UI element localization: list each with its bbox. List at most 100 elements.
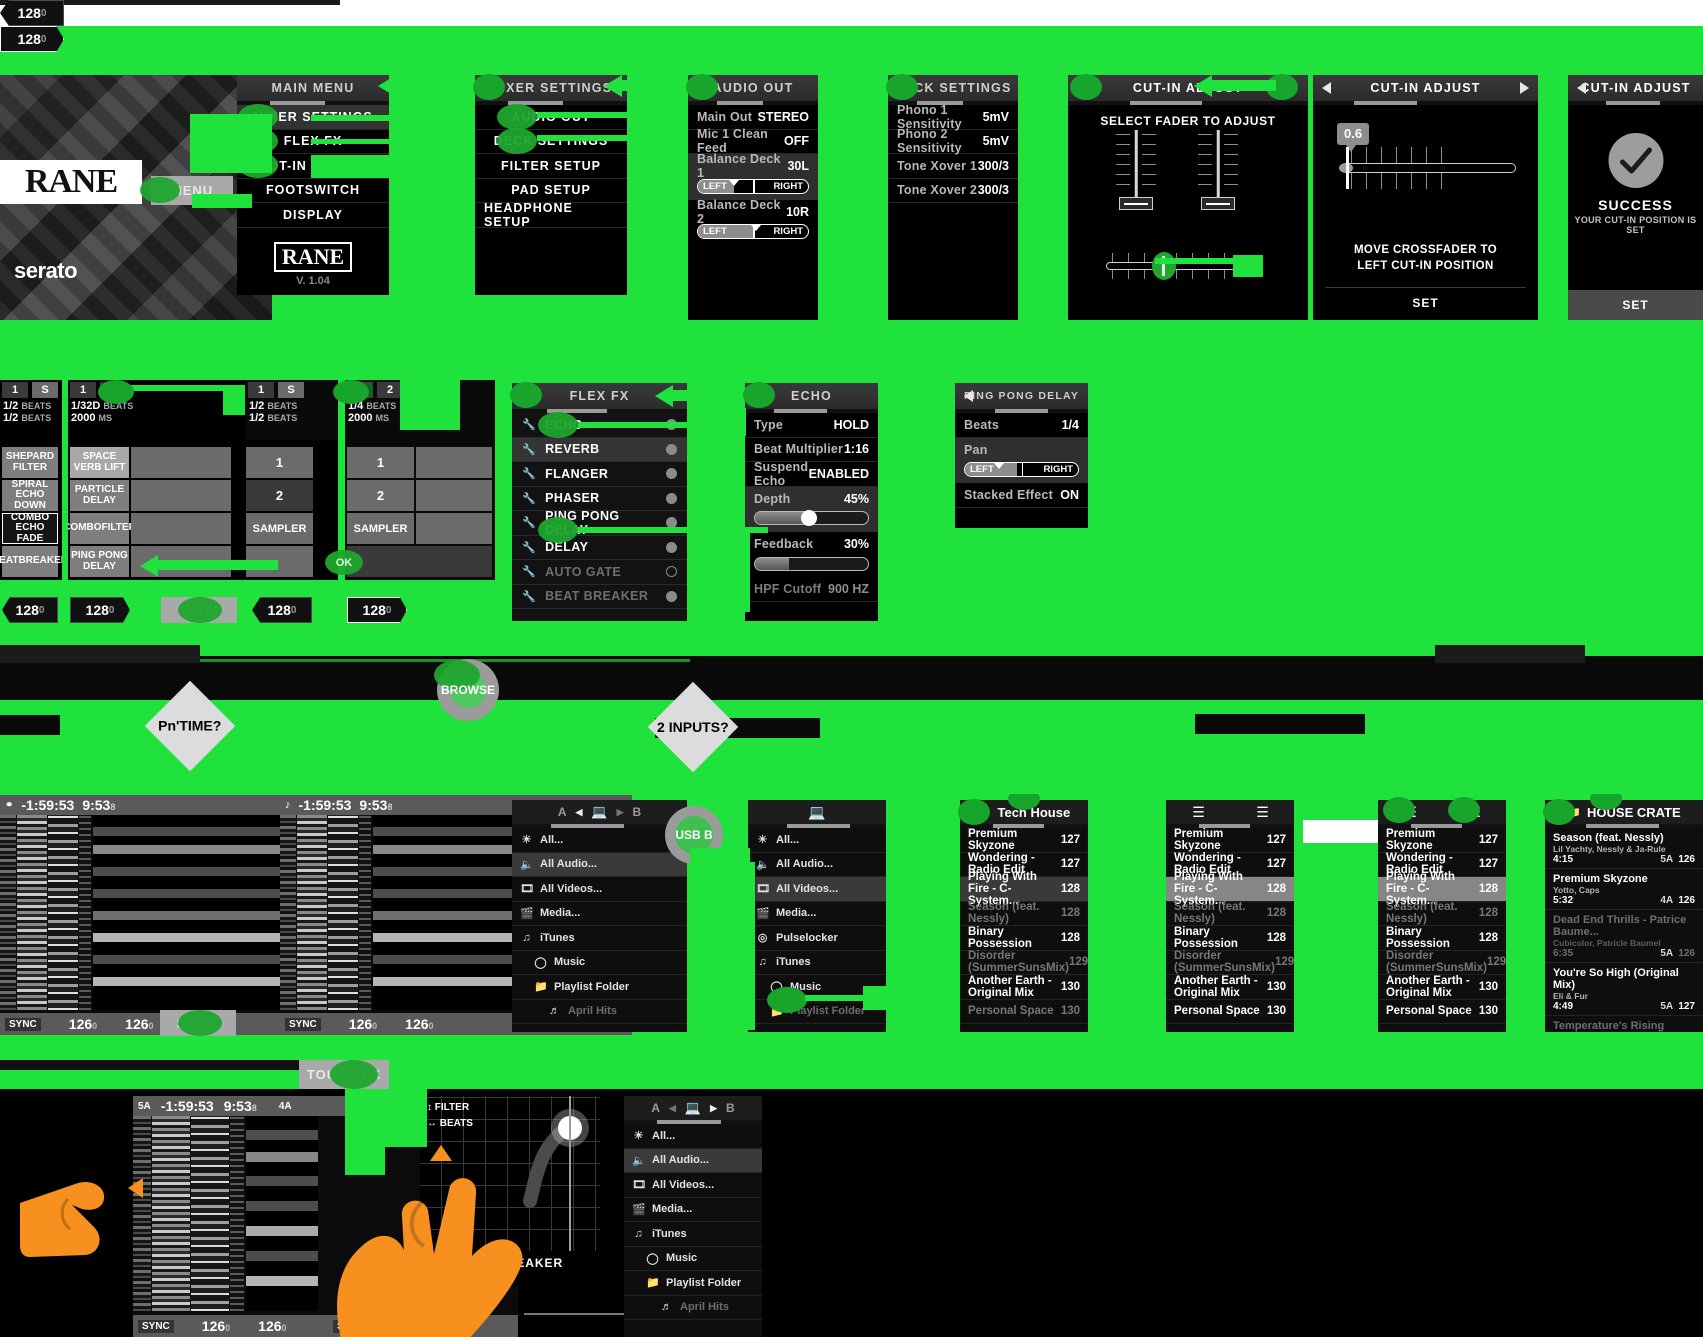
next-arrow-icon[interactable]: ▶: [617, 807, 624, 818]
balance-deck-1-slider[interactable]: LEFT RIGHT: [697, 178, 809, 194]
fx-button-particle-delay[interactable]: PARTICLE DELAY: [70, 480, 129, 511]
row-echo-type[interactable]: Type HOLD: [745, 413, 878, 438]
waveform-beatgrid-bottom[interactable]: [191, 1116, 229, 1311]
audio-out-scroll[interactable]: [688, 101, 818, 105]
row-mic1-clean-feed[interactable]: Mic 1 Clean Feed OFF: [688, 127, 818, 155]
prev-arrow-icon[interactable]: ◀: [669, 1103, 676, 1114]
row-echo-depth[interactable]: Depth 45%: [745, 486, 878, 532]
row-echo-suspend[interactable]: Suspend Echo ENABLED: [745, 460, 878, 488]
browser-item-april-hits[interactable]: ♬ April Hits: [512, 1000, 687, 1024]
browser-item-itunes[interactable]: ♫ iTunes: [624, 1222, 762, 1247]
echo-feedback-slider[interactable]: [754, 556, 869, 571]
fader-left[interactable]: [1116, 130, 1156, 210]
fx-bpm-1[interactable]: 128 0: [2, 597, 58, 623]
list-item[interactable]: Dead End Thrills - Patrice Baume... Cubi…: [1545, 910, 1703, 963]
table-row[interactable]: Disorder (SummerSunsMix) 129: [1166, 950, 1294, 975]
mixer-item-headphone-setup[interactable]: HEADPHONE SETUP: [475, 201, 627, 229]
row-balance-deck-1[interactable]: Balance Deck 1 30L LEFT RIGHT: [688, 152, 818, 200]
fx-slot-3[interactable]: [131, 513, 231, 544]
mixer-item-pad-setup[interactable]: PAD SETUP: [475, 179, 627, 203]
fx-slot-2[interactable]: [131, 480, 231, 511]
list-item[interactable]: Temperature's Rising Perc, Passarella De…: [1545, 1016, 1703, 1032]
browser-item-playlist-folder[interactable]: 📁 Playlist Folder: [512, 975, 687, 1000]
flex-fx-item-auto-gate[interactable]: 🔧 AUTO GATE: [512, 560, 687, 585]
row-echo-beat-multiplier[interactable]: Beat Multiplier 1:16: [745, 438, 878, 462]
fx-deck4-slot-4[interactable]: [347, 546, 492, 577]
fx-pad-1[interactable]: 1: [70, 382, 96, 398]
success-set-button[interactable]: SET: [1568, 290, 1703, 320]
browser-item-music[interactable]: ◯ Music: [512, 951, 687, 975]
fx-pad-s[interactable]: S: [32, 382, 58, 398]
browser-item-april-hits[interactable]: ♬ April Hits: [624, 1296, 762, 1320]
table-row[interactable]: Disorder (SummerSunsMix) 129: [960, 950, 1088, 975]
back-arrow-icon[interactable]: [1577, 82, 1586, 94]
fx-button-beatbreaker[interactable]: BEATBREAKER: [0, 546, 62, 577]
browser-item-all[interactable]: ☀ All...: [624, 1124, 762, 1149]
waveform-overview-left[interactable]: [0, 815, 16, 1010]
list-item[interactable]: Premium Skyzone Yotto, Caps 5:32 4A 126: [1545, 869, 1703, 910]
echo-scroll[interactable]: [745, 409, 878, 413]
sync-button[interactable]: SYNC: [5, 1017, 41, 1031]
table-row[interactable]: Another Earth - Original Mix 130: [1166, 975, 1294, 1000]
browser-a-scroll[interactable]: [512, 824, 687, 828]
back-arrow-icon[interactable]: [964, 390, 973, 402]
library-rows-bottom[interactable]: [246, 1116, 318, 1311]
fx-deck3-num-2[interactable]: 2: [246, 480, 313, 511]
browser-item-all-videos[interactable]: 🎞 All Videos...: [624, 1173, 762, 1198]
row-pp-pan[interactable]: Pan LEFT RIGHT: [955, 437, 1088, 483]
fader-right[interactable]: [1198, 130, 1238, 210]
table-row[interactable]: Disorder (SummerSunsMix) 129: [1378, 950, 1506, 975]
row-balance-deck-2[interactable]: Balance Deck 2 10R LEFT RIGHT: [688, 198, 818, 246]
fx-deck4-num-2[interactable]: 2: [347, 480, 414, 511]
cut-in-set-button[interactable]: SET: [1325, 287, 1526, 312]
tech-house-scroll[interactable]: [960, 824, 1088, 828]
fx-button-ping-pong-delay[interactable]: PING PONG DELAY: [70, 546, 129, 577]
browser-item-all-audio[interactable]: 🔈 All Audio...: [748, 853, 886, 877]
fx-deck4-num-1[interactable]: 1: [347, 447, 414, 478]
mixer-settings-scroll[interactable]: [475, 101, 627, 105]
back-arrow-icon[interactable]: [1322, 82, 1331, 94]
browser-item-media[interactable]: 🎬 Media...: [748, 902, 886, 926]
browser-item-all-videos[interactable]: 🎞 All Videos...: [512, 877, 687, 902]
annot-dot-ok[interactable]: OK: [325, 550, 363, 575]
waveform-overview-2-bottom[interactable]: [230, 1116, 244, 1311]
next-arrow-icon[interactable]: ▶: [710, 1103, 717, 1114]
browser-item-playlist-folder[interactable]: 📁 Playlist Folder: [624, 1271, 762, 1296]
list-icon[interactable]: ☰: [1192, 804, 1205, 821]
row-phono1-sensitivity[interactable]: Phono 1 Sensitivity 5mV: [888, 103, 1018, 131]
waveform-overview-2-left[interactable]: [79, 815, 91, 1010]
flex-fx-item-beat-breaker[interactable]: 🔧 BEAT BREAKER: [512, 585, 687, 609]
browser-item-media[interactable]: 🎬 Media...: [512, 902, 687, 926]
fx-button-combo-echo-fade[interactable]: COMBO ECHO FADE: [2, 512, 58, 544]
table-row[interactable]: Playing With Fire - C-System... 128: [1166, 871, 1294, 907]
table-row[interactable]: Premium Skyzone 127: [1166, 828, 1294, 853]
waveform-main-left[interactable]: [17, 815, 47, 1010]
fx-deck4-sampler[interactable]: SAMPLER: [347, 513, 414, 544]
waveform-overview-2-right[interactable]: [359, 815, 371, 1010]
table-row[interactable]: Another Earth - Original Mix 130: [960, 975, 1088, 1000]
flex-fx-scroll[interactable]: [512, 409, 687, 413]
table-row[interactable]: Playing With Fire - C-System... 128: [960, 871, 1088, 907]
fx-button-space-verb-lift[interactable]: SPACE VERB LIFT: [70, 447, 129, 478]
table-row[interactable]: Binary Possession 128: [1166, 926, 1294, 951]
table-row[interactable]: Personal Space 130: [1166, 1000, 1294, 1024]
waveform-overview-right[interactable]: [280, 815, 296, 1010]
browser-item-media[interactable]: 🎬 Media...: [624, 1198, 762, 1222]
waveform-beatgrid-left[interactable]: [48, 815, 78, 1010]
table-row[interactable]: Another Earth - Original Mix 130: [1378, 975, 1506, 1000]
browser-b-scroll[interactable]: [748, 824, 886, 828]
crossfader[interactable]: [1106, 252, 1236, 280]
flex-fx-item-flanger[interactable]: 🔧 FLANGER: [512, 462, 687, 487]
row-tone-xover-2[interactable]: Tone Xover 2 300/3: [888, 179, 1018, 203]
fx-pad-1[interactable]: 1: [2, 382, 28, 398]
main-menu-item-footswitch[interactable]: FOOTSWITCH: [237, 179, 389, 203]
sync-button[interactable]: SYNC: [138, 1319, 174, 1333]
table-row[interactable]: Season (feat. Nessly) 128: [1378, 901, 1506, 926]
browser-item-all-audio[interactable]: 🔈 All Audio...: [624, 1148, 762, 1173]
row-echo-feedback[interactable]: Feedback 30%: [745, 532, 878, 578]
list-icon-2[interactable]: ☰: [1256, 804, 1269, 821]
table-row[interactable]: Personal Space 130: [960, 1000, 1088, 1024]
cut-in-success-scroll[interactable]: [1568, 101, 1703, 105]
echo-depth-slider[interactable]: [754, 509, 869, 526]
browser-item-music[interactable]: ◯ Music: [624, 1247, 762, 1271]
